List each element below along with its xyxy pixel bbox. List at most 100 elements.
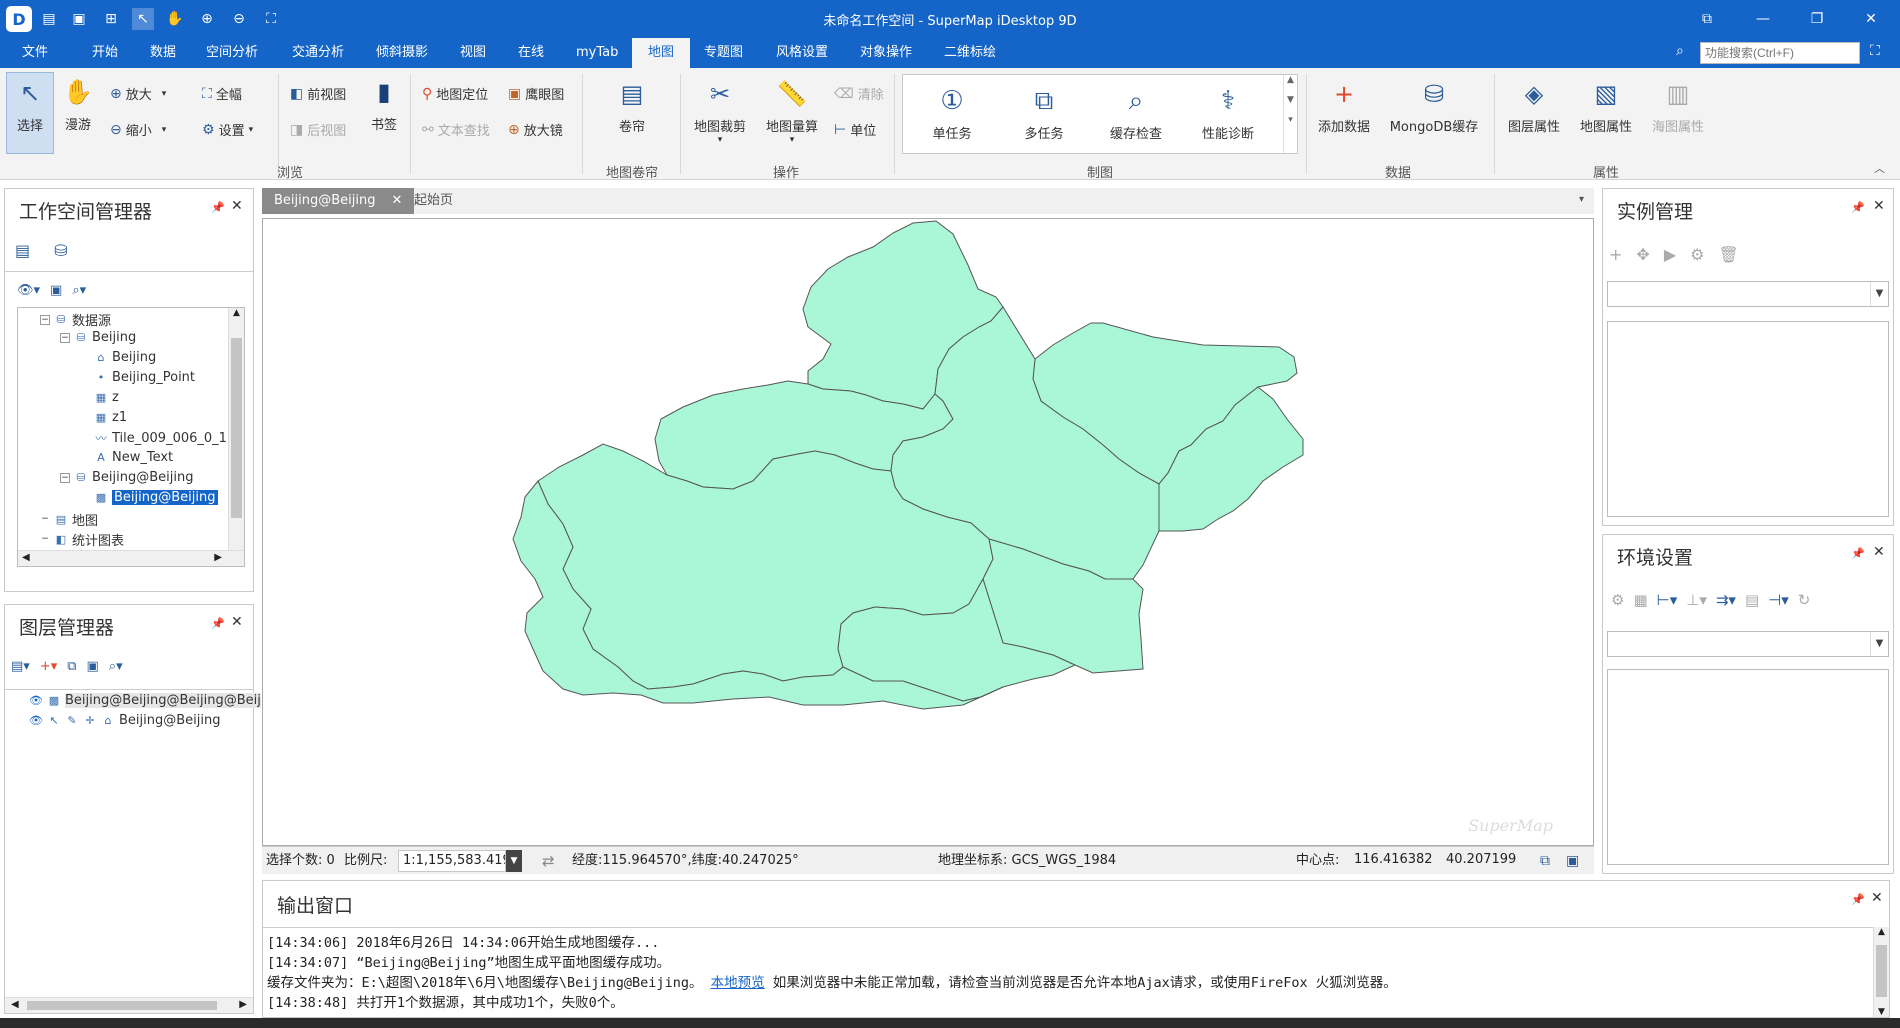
scroll-right-icon[interactable]: ▶ [214, 552, 222, 563]
tab-object-ops[interactable]: 对象操作 [852, 38, 920, 68]
center-y[interactable]: 40.207199 [1442, 850, 1522, 872]
tree-item-tile[interactable]: 〰 Tile_009_006_0_1 [94, 430, 227, 446]
swap-icon[interactable]: ⇄ [542, 847, 555, 875]
layer-item-group[interactable]: 👁 ▩ Beijing@Beijing@Beijing@Beij [29, 693, 261, 708]
map-canvas[interactable]: SuperMap [263, 219, 1593, 845]
table-icon[interactable]: ▤ [1745, 591, 1759, 609]
tree-item-z1[interactable]: ▦ z1 [94, 410, 127, 425]
fullscreen-icon[interactable]: ⛶ [1870, 43, 1880, 59]
refresh-icon[interactable]: ↻ [1798, 591, 1811, 609]
full-extent-button[interactable]: ⛶ 全幅 [202, 84, 242, 104]
scroll-thumb[interactable] [27, 1001, 217, 1010]
bookmark-button[interactable]: ▮ 书签 [366, 76, 402, 133]
tab-traffic-analysis[interactable]: 交通分析 [284, 38, 352, 68]
minimize-button[interactable]: — [1740, 6, 1786, 32]
scroll-left-icon[interactable]: ◀ [22, 552, 30, 563]
map-props-button[interactable]: ▧ 地图属性 [1574, 78, 1638, 135]
tree-item-beijing-region[interactable]: ⌂ Beijing [94, 350, 157, 365]
tab-list-icon[interactable]: ▾ [1579, 194, 1584, 205]
tree-item-maps[interactable]: − ▤ 地图 [40, 510, 98, 529]
tree-hscroll[interactable]: ◀ ▶ [18, 550, 244, 566]
play-icon[interactable]: ▶ [1664, 245, 1676, 264]
output-vscroll[interactable]: ▲ ▼ [1873, 927, 1889, 1017]
instance-list[interactable] [1607, 321, 1889, 517]
close-button[interactable]: ✕ [1848, 6, 1894, 32]
tab-plotting[interactable]: 二维标绘 [936, 38, 1004, 68]
zoom-out-button[interactable]: ⊖ 缩小 ▾ [110, 120, 166, 140]
open-icon[interactable]: 👁▾ [17, 283, 40, 298]
chart-props-button[interactable]: ▥ 海图属性 [1646, 78, 1710, 135]
close-icon[interactable]: ✕ [1871, 890, 1883, 906]
collapse-icon[interactable]: − [60, 332, 70, 343]
search-icon[interactable]: ⌕▾ [72, 283, 86, 298]
scale-dropdown-icon[interactable]: ▼ [506, 850, 522, 872]
function-search-input[interactable] [1700, 42, 1860, 64]
select-button[interactable]: ↖ 选择 [6, 72, 54, 154]
copy-icon[interactable]: ⧉ [67, 659, 76, 674]
eye-icon[interactable]: 👁 [29, 714, 43, 727]
group-icon[interactable]: ▣ [87, 659, 99, 674]
move-icon[interactable]: ✥ [1636, 245, 1649, 264]
eye-icon[interactable]: 👁 [29, 694, 43, 707]
search-icon[interactable]: ⌕▾ [109, 659, 123, 674]
close-icon[interactable]: ✕ [1873, 544, 1885, 560]
close-icon[interactable]: ✕ [231, 198, 243, 214]
selectable-icon[interactable]: ↖ [47, 714, 61, 727]
magnifier-button[interactable]: ⊕ 放大镜 [508, 120, 563, 140]
layer-hscroll[interactable]: ◀ ▶ [5, 997, 253, 1013]
unit-button[interactable]: ⊢ 单位 [834, 120, 876, 140]
paste-coords-icon[interactable]: ▣ [1566, 847, 1579, 875]
grid-icon[interactable]: ▦ [1633, 591, 1647, 609]
scroll-right-icon[interactable]: ▶ [239, 999, 247, 1010]
scale-input[interactable]: 1:1,155,583.419... [398, 850, 506, 872]
close-icon[interactable]: ✕ [392, 193, 403, 208]
eagle-eye-button[interactable]: ▣ 鹰眼图 [508, 84, 564, 104]
tab-map-document[interactable]: Beijing@Beijing ✕ [262, 188, 415, 214]
pin-icon[interactable]: 📌 [211, 201, 225, 214]
scroll-thumb[interactable] [231, 338, 242, 518]
tab-view[interactable]: 视图 [452, 38, 494, 68]
locate-button[interactable]: ⚲ 地图定位 [422, 84, 488, 104]
tab-file[interactable]: 文件 [14, 38, 56, 68]
mongodb-cache-button[interactable]: ⛁ MongoDB缓存 [1386, 78, 1482, 135]
layer-add-icon[interactable]: ▤▾ [11, 659, 30, 674]
tab-thematic[interactable]: 专题图 [696, 38, 751, 68]
prev-view-button[interactable]: ◧ 前视图 [290, 84, 346, 104]
tab-start-page[interactable]: 起始页 [402, 188, 465, 214]
tree-item-beijing-point[interactable]: • Beijing_Point [94, 370, 195, 385]
pin-icon[interactable]: 📌 [1851, 201, 1865, 214]
pan-button[interactable]: ✋ 漫游 [58, 76, 98, 133]
tree-item-charts[interactable]: − ◧ 统计图表 [40, 530, 124, 549]
arrange-icon[interactable]: ⇉▾ [1716, 591, 1736, 609]
tab-start[interactable]: 开始 [84, 38, 126, 68]
next-view-button[interactable]: ◨ 后视图 [290, 120, 346, 140]
tab-style[interactable]: 风格设置 [768, 38, 836, 68]
gallery-scroll[interactable]: ▲ ▼ ▾ [1283, 75, 1297, 153]
snap-icon[interactable]: ⊢▾ [1657, 591, 1678, 609]
pin-icon[interactable]: 📌 [1851, 893, 1865, 906]
editable-icon[interactable]: ✎ [65, 714, 79, 727]
tree-item-selected-dataset[interactable]: ▩ Beijing@Beijing [94, 490, 218, 505]
collapse-icon[interactable]: − [40, 514, 50, 525]
collapse-icon[interactable]: − [40, 534, 50, 545]
collapse-ribbon-icon[interactable]: ︿ [1874, 160, 1885, 176]
tree-item-z[interactable]: ▦ z [94, 390, 119, 405]
env-list[interactable] [1607, 669, 1889, 865]
scroll-thumb[interactable] [1876, 945, 1887, 997]
pin-icon[interactable]: 📌 [1851, 547, 1865, 560]
swipe-button[interactable]: ▤ 卷帘 [612, 78, 652, 135]
scroll-down-icon[interactable]: ▼ [1874, 1007, 1889, 1017]
scroll-up-icon[interactable]: ▲ [1874, 927, 1889, 937]
workspace-tree-icon[interactable]: ▤ [15, 241, 30, 260]
zoom-in-button[interactable]: ⊕ 放大 ▾ [110, 84, 166, 104]
center-x[interactable]: 116.416382 [1350, 850, 1440, 872]
tab-oblique[interactable]: 倾斜摄影 [368, 38, 436, 68]
settings-button[interactable]: ⚙ 设置 ▾ [202, 120, 253, 140]
tree-item-beijing-at-beijing-ds[interactable]: − ⛁ Beijing@Beijing [60, 470, 194, 485]
maximize-button[interactable]: ❐ [1794, 6, 1840, 32]
local-preview-link[interactable]: 本地预览 [711, 975, 765, 991]
layer-item-region[interactable]: 👁 ↖ ✎ ✛ ⌂ Beijing@Beijing [29, 713, 220, 728]
tab-mytab[interactable]: myTab [568, 38, 626, 68]
collapse-icon[interactable]: − [40, 314, 50, 325]
close-icon[interactable]: ✕ [1873, 198, 1885, 214]
